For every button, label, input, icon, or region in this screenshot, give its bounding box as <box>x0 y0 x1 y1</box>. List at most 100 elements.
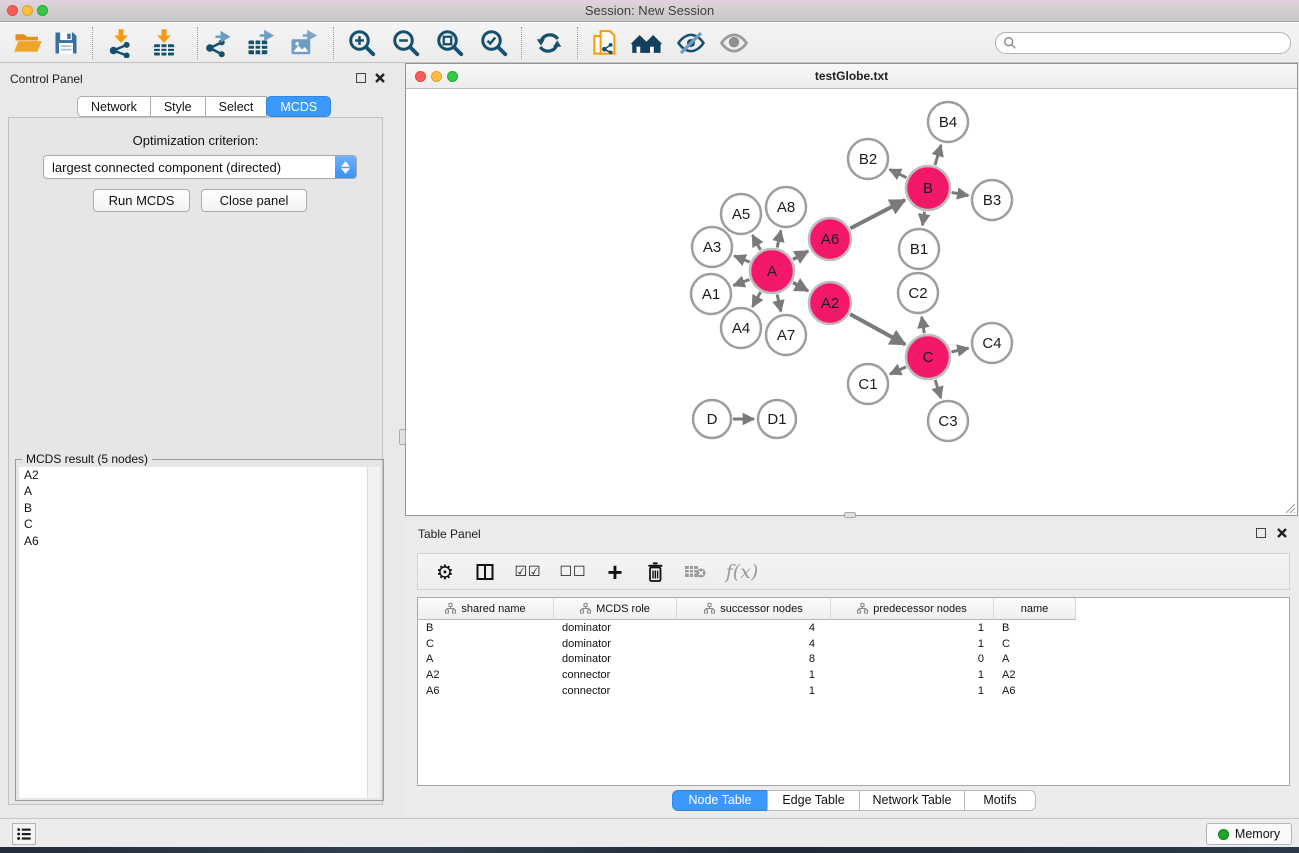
close-network-window-button[interactable] <box>415 71 426 82</box>
minimize-network-window-button[interactable] <box>431 71 442 82</box>
edge-A2-C[interactable] <box>850 314 905 344</box>
tab-edge-table[interactable]: Edge Table <box>767 790 860 811</box>
show-eye-button[interactable] <box>716 25 752 61</box>
table-cell: dominator <box>554 638 677 650</box>
zoom-fit-button[interactable] <box>432 25 468 61</box>
tab-network-table[interactable]: Network Table <box>859 790 965 811</box>
optimization-criterion-select[interactable]: largest connected component (directed) <box>43 155 357 179</box>
edge-A6-B[interactable] <box>850 200 905 228</box>
eye-icon <box>719 28 749 58</box>
edge-C-C1[interactable] <box>890 367 906 374</box>
network-graph-canvas[interactable]: B4B2BB3A5A8A6B1A3AC2A1A2A4A7C4CC1C3DD1 <box>406 89 1297 515</box>
import-table-button[interactable] <box>146 25 182 61</box>
node-label-A7: A7 <box>777 327 795 344</box>
edge-B-B2[interactable] <box>890 169 907 177</box>
result-item[interactable]: A <box>19 483 380 499</box>
edge-C-C2[interactable] <box>922 317 925 334</box>
edge-A-A8[interactable] <box>777 230 781 247</box>
table-row[interactable]: A6connector11A6 <box>418 683 1289 699</box>
close-panel-button[interactable]: Close panel <box>201 189 307 212</box>
task-history-button[interactable] <box>12 823 36 845</box>
scrollbar-track[interactable] <box>367 467 380 798</box>
node-table[interactable]: shared nameMCDS rolesuccessor nodesprede… <box>417 597 1290 786</box>
result-item[interactable]: B <box>19 500 380 516</box>
close-table-panel-icon[interactable] <box>1276 527 1288 539</box>
edge-A-A7[interactable] <box>777 294 781 311</box>
table-mode-button[interactable]: ⚙ <box>432 559 458 585</box>
edge-A-A1[interactable] <box>733 279 749 285</box>
home-button[interactable] <box>629 25 665 61</box>
table-row[interactable]: Cdominator41C <box>418 636 1289 652</box>
function-builder-button[interactable]: f(x) <box>722 559 762 585</box>
resize-grip-icon[interactable] <box>1283 501 1295 513</box>
show-columns-button[interactable] <box>472 559 498 585</box>
control-panel-tabs: NetworkStyleSelectMCDS <box>78 96 331 117</box>
edge-B-B3[interactable] <box>952 192 969 195</box>
mcds-result-list[interactable]: A2ABCA6 <box>19 467 380 798</box>
tab-network[interactable]: Network <box>77 96 151 117</box>
tab-node-table[interactable]: Node Table <box>672 790 768 811</box>
table-row[interactable]: Bdominator41B <box>418 620 1289 636</box>
tab-style[interactable]: Style <box>150 96 206 117</box>
edge-A-A3[interactable] <box>734 256 749 262</box>
zoom-network-window-button[interactable] <box>447 71 458 82</box>
table-row[interactable]: Adominator80A <box>418 652 1289 668</box>
node-label-A2: A2 <box>821 295 839 312</box>
columns-icon <box>475 562 495 582</box>
vertical-splitter-handle[interactable] <box>399 429 406 445</box>
tab-select[interactable]: Select <box>205 96 268 117</box>
open-session-button[interactable] <box>10 25 46 61</box>
toggle-visibility-button[interactable] <box>673 25 709 61</box>
horizontal-splitter-handle[interactable] <box>844 512 856 518</box>
zoom-out-button[interactable] <box>388 25 424 61</box>
search-input[interactable] <box>995 32 1291 54</box>
edge-B-B1[interactable] <box>923 212 925 226</box>
delete-table-button[interactable] <box>682 559 708 585</box>
memory-label: Memory <box>1235 827 1280 841</box>
refresh-view-button[interactable] <box>531 25 567 61</box>
tab-motifs[interactable]: Motifs <box>964 790 1036 811</box>
import-network-button[interactable] <box>103 25 139 61</box>
window-title: Session: New Session <box>0 0 1299 22</box>
export-network-button[interactable] <box>200 25 236 61</box>
edge-B-B4[interactable] <box>935 145 941 165</box>
table-panel-tabs: Node TableEdge TableNetwork TableMotifs <box>673 790 1036 811</box>
edge-A-A4[interactable] <box>752 292 760 307</box>
memory-button[interactable]: Memory <box>1206 823 1292 845</box>
column-header-successor-nodes[interactable]: successor nodes <box>677 598 831 620</box>
result-item[interactable]: A2 <box>19 467 380 483</box>
delete-columns-button[interactable] <box>642 559 668 585</box>
node-label-B: B <box>923 180 933 197</box>
tab-mcds[interactable]: MCDS <box>266 96 331 117</box>
zoom-in-icon <box>347 28 377 58</box>
result-item[interactable]: C <box>19 516 380 532</box>
edge-A-A5[interactable] <box>752 235 760 250</box>
minimize-window-button[interactable] <box>22 5 33 16</box>
add-column-button[interactable]: + <box>602 559 628 585</box>
column-header-name[interactable]: name <box>994 598 1076 620</box>
edge-A-A6[interactable] <box>793 251 808 259</box>
table-row[interactable]: A2connector11A2 <box>418 667 1289 683</box>
close-window-button[interactable] <box>7 5 18 16</box>
column-header-predecessor-nodes[interactable]: predecessor nodes <box>831 598 994 620</box>
deselect-all-button[interactable]: ☐☐ <box>558 559 588 585</box>
float-table-panel-icon[interactable] <box>1256 528 1266 538</box>
export-table-button[interactable] <box>243 25 279 61</box>
result-item[interactable]: A6 <box>19 533 380 549</box>
table-cell: 1 <box>831 669 994 681</box>
zoom-window-button[interactable] <box>37 5 48 16</box>
close-panel-icon[interactable] <box>374 72 386 84</box>
edge-C-C4[interactable] <box>951 348 968 352</box>
clone-network-button[interactable] <box>587 25 623 61</box>
column-header-MCDS-role[interactable]: MCDS role <box>554 598 677 620</box>
run-mcds-button[interactable]: Run MCDS <box>93 189 190 212</box>
edge-A-A2[interactable] <box>793 283 808 291</box>
select-all-button[interactable]: ☑☑ <box>512 559 544 585</box>
export-image-button[interactable] <box>286 25 322 61</box>
column-header-shared-name[interactable]: shared name <box>418 598 554 620</box>
zoom-selected-button[interactable] <box>476 25 512 61</box>
float-panel-icon[interactable] <box>356 73 366 83</box>
save-session-button[interactable] <box>48 25 84 61</box>
zoom-in-button[interactable] <box>344 25 380 61</box>
edge-C-C3[interactable] <box>935 380 941 398</box>
